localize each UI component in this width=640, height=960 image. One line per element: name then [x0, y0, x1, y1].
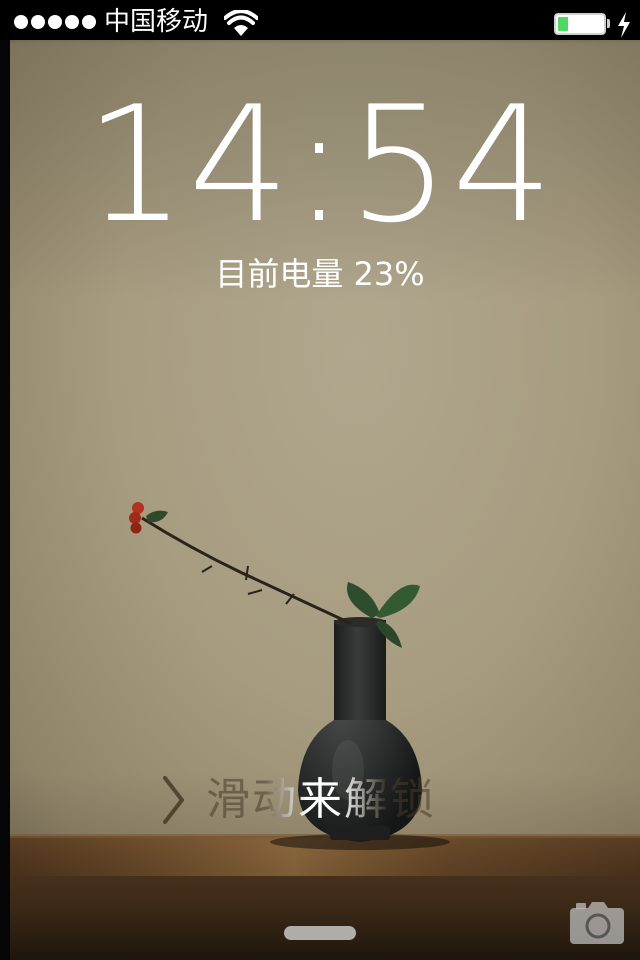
signal-dot [82, 15, 96, 29]
signal-dot [31, 15, 45, 29]
signal-dot [14, 15, 28, 29]
camera-icon[interactable] [568, 900, 626, 946]
wifi-icon [224, 10, 258, 36]
battery-level-fill [558, 17, 568, 31]
lock-clock: 14:54 [84, 71, 556, 258]
battery-icon [554, 13, 606, 35]
battery-tip [607, 19, 610, 28]
carrier-name: 中国移动 [104, 7, 209, 37]
signal-strength-icon [14, 15, 96, 29]
status-bar: 中国移动 [0, 0, 640, 40]
battery-percentage-label: 目前电量 23% [215, 255, 425, 293]
control-center-grabber[interactable] [284, 926, 356, 940]
signal-dot [48, 15, 62, 29]
chevron-right-icon [163, 776, 184, 824]
lock-screen: 中国移动 14:54 目前电量 23% 滑动来解锁 [0, 0, 640, 960]
slide-to-unlock-label: 滑动来解锁 [206, 770, 436, 830]
signal-dot [65, 15, 79, 29]
charging-bolt-icon [618, 12, 630, 38]
slide-to-unlock[interactable]: 滑动来解锁 [160, 770, 436, 830]
